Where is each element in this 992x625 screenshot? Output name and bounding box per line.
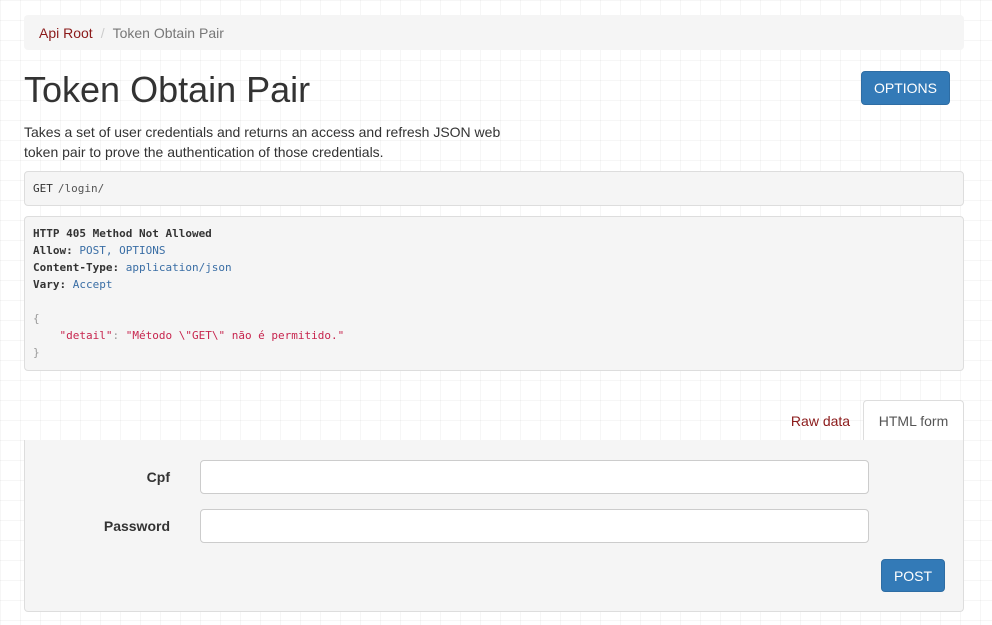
- request-info: GET /login/: [24, 171, 964, 206]
- request-method: GET: [33, 182, 53, 195]
- tab-html-form[interactable]: HTML form: [863, 400, 964, 442]
- breadcrumb-current: Token Obtain Pair: [112, 24, 224, 41]
- response-status-line: HTTP 405 Method Not Allowed: [33, 227, 212, 240]
- json-key: "detail": [59, 329, 113, 342]
- breadcrumb: Api Root / Token Obtain Pair: [24, 15, 964, 50]
- password-input[interactable]: [200, 509, 869, 543]
- header-name: Content-Type:: [33, 261, 120, 274]
- json-close-brace: }: [33, 346, 40, 359]
- header-value: application/json: [125, 261, 232, 274]
- request-path: /login/: [57, 182, 105, 195]
- breadcrumb-api-root-link[interactable]: Api Root: [39, 25, 93, 41]
- page-title: Token Obtain Pair: [24, 69, 311, 110]
- response-header-vary: Vary: Accept: [33, 276, 955, 293]
- header-name: Vary:: [33, 278, 67, 291]
- post-button[interactable]: POST: [881, 559, 945, 592]
- options-button[interactable]: OPTIONS: [861, 71, 950, 105]
- cpf-label: Cpf: [146, 469, 170, 485]
- tab-raw-data[interactable]: Raw data: [776, 400, 865, 441]
- breadcrumb-separator: /: [100, 24, 105, 41]
- json-detail-line: "detail": "Método \"GET\" não é permitid…: [33, 327, 955, 344]
- header-name: Allow:: [33, 244, 73, 257]
- header-value: POST, OPTIONS: [79, 244, 166, 257]
- cpf-input[interactable]: [200, 460, 869, 494]
- json-colon: :: [112, 329, 120, 342]
- header-value: Accept: [72, 278, 113, 291]
- html-form-panel: Cpf Password POST: [24, 440, 964, 612]
- page-description: Takes a set of user credentials and retu…: [24, 124, 501, 160]
- password-label: Password: [103, 518, 170, 534]
- response-content: HTTP 405 Method Not Allowed Allow: POST,…: [24, 216, 964, 371]
- json-open-brace: {: [33, 312, 40, 325]
- response-header-allow: Allow: POST, OPTIONS: [33, 242, 955, 259]
- response-header-content-type: Content-Type: application/json: [33, 259, 955, 276]
- json-value: "Método \"GET\" não é permitido.": [125, 329, 345, 342]
- form-tabs: Raw data HTML form: [24, 400, 964, 442]
